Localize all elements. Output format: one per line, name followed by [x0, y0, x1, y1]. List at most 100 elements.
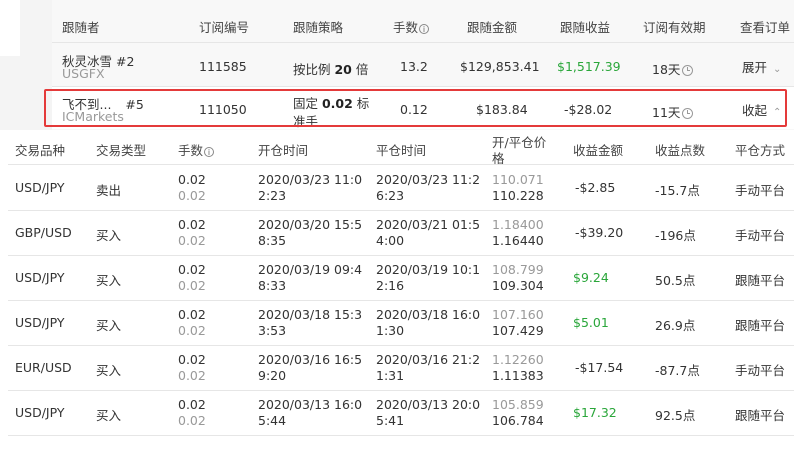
symbol-cell: EUR/USD — [15, 360, 72, 375]
col-follower: 跟随者 — [62, 20, 100, 35]
lots-value: 13.2 — [400, 59, 428, 74]
col-amount: 跟随金额 — [467, 20, 518, 35]
chevron-down-icon: ⌄ — [773, 64, 782, 75]
profit-cell: $9.24 — [573, 270, 609, 285]
symbol-cell: USD/JPY — [15, 180, 65, 195]
points-cell: -87.7点 — [655, 363, 700, 378]
col-lots-label: 手数 — [393, 20, 419, 35]
close-method-cell: 手动平台 — [735, 363, 786, 378]
subscription-id: 111585 — [199, 59, 247, 74]
open-price-cell: 108.799 — [492, 262, 544, 277]
col-sub-id: 订阅编号 — [199, 20, 250, 35]
strategy-text: 按比例 20 倍 — [293, 59, 368, 78]
close-method-cell: 手动平台 — [735, 228, 786, 243]
close-time-cell: 2020/03/18 16:0 — [376, 307, 481, 322]
col-validity: 订阅有效期 — [643, 20, 706, 35]
lots-cell-close: 0.02 — [178, 368, 206, 383]
type-cell: 卖出 — [96, 183, 122, 198]
expand-label: 展开 — [742, 60, 768, 75]
symbol-cell: USD/JPY — [15, 270, 65, 285]
close-price-cell: 1.16440 — [492, 233, 544, 248]
expand-button[interactable]: 展开 ⌄ — [742, 57, 781, 76]
close-time-cell: 2020/03/23 11:2 — [376, 172, 481, 187]
open-time-cell: 2020/03/18 15:3 — [258, 307, 363, 322]
open-time-cell-line2: 5:44 — [258, 413, 287, 428]
lots-cell: 0.02 — [178, 307, 206, 322]
col-symbol: 交易品种 — [15, 143, 66, 158]
profit-cell: -$2.85 — [575, 180, 616, 195]
validity: 18天 — [652, 59, 694, 78]
lots-cell-close: 0.02 — [178, 233, 206, 248]
close-time-cell-line2: 1:31 — [376, 368, 405, 383]
col-close-method: 平仓方式 — [735, 143, 786, 158]
row-divider — [8, 435, 794, 436]
validity-text: 18天 — [652, 62, 681, 77]
close-price-cell: 110.228 — [492, 188, 544, 203]
close-method-cell: 手动平台 — [735, 183, 786, 198]
table-row: USD/JPY 买入 0.02 0.02 2020/03/18 15:3 3:53 2020… — [0, 301, 794, 346]
lots-cell-close: 0.02 — [178, 188, 206, 203]
profit-cell: $17.32 — [573, 405, 617, 420]
col-type: 交易类型 — [96, 143, 147, 158]
strategy-prefix: 按比例 — [293, 62, 335, 77]
open-price-cell: 1.18400 — [492, 217, 544, 232]
profit-value: $1,517.39 — [557, 59, 621, 74]
close-time-cell-line2: 1:30 — [376, 323, 405, 338]
info-icon[interactable]: i — [419, 23, 430, 34]
table-row: USD/JPY 卖出 0.02 0.02 2020/03/23 11:0 2:23 2020… — [0, 166, 794, 211]
col-points: 收益点数 — [655, 143, 706, 158]
type-cell: 买入 — [96, 363, 122, 378]
col-lots-label: 手数 — [178, 143, 204, 158]
lots-cell: 0.02 — [178, 262, 206, 277]
left-gutter-top — [0, 0, 20, 56]
points-cell: -196点 — [655, 228, 696, 243]
col-open-time: 开仓时间 — [258, 143, 309, 158]
close-time-cell-line2: 6:23 — [376, 188, 405, 203]
close-time-cell: 2020/03/13 20:0 — [376, 397, 481, 412]
open-time-cell: 2020/03/16 16:5 — [258, 352, 363, 367]
close-price-cell: 109.304 — [492, 278, 544, 293]
type-cell: 买入 — [96, 318, 122, 333]
points-cell: -15.7点 — [655, 183, 700, 198]
symbol-cell: USD/JPY — [15, 315, 65, 330]
info-icon[interactable]: i — [204, 146, 215, 157]
col-close-time: 平仓时间 — [376, 143, 427, 158]
lots-cell: 0.02 — [178, 352, 206, 367]
close-price-cell: 107.429 — [492, 323, 544, 338]
open-time-cell: 2020/03/20 15:5 — [258, 217, 363, 232]
table-row: GBP/USD 买入 0.02 0.02 2020/03/20 15:5 8:35 2020… — [0, 211, 794, 256]
profit-cell: $5.01 — [573, 315, 609, 330]
close-price-cell: 106.784 — [492, 413, 544, 428]
open-time-cell-line2: 8:35 — [258, 233, 287, 248]
table-row: EUR/USD 买入 0.02 0.02 2020/03/16 16:5 9:20 2020… — [0, 346, 794, 391]
orders-table: 交易品种 交易类型 手数 i 开仓时间 平仓时间 开/平仓价 格 收益金额 收益点… — [0, 130, 794, 452]
open-price-cell: 110.071 — [492, 172, 544, 187]
open-time-cell-line2: 9:20 — [258, 368, 287, 383]
close-method-cell: 跟随平台 — [735, 273, 786, 288]
close-time-cell: 2020/03/16 21:2 — [376, 352, 481, 367]
close-time-cell-line2: 5:41 — [376, 413, 405, 428]
points-cell: 92.5点 — [655, 408, 696, 423]
table-row: USD/JPY 买入 0.02 0.02 2020/03/19 09:4 8:33 2020… — [0, 256, 794, 301]
close-method-cell: 跟随平台 — [735, 318, 786, 333]
open-time-cell-line2: 8:33 — [258, 278, 287, 293]
lots-cell-close: 0.02 — [178, 323, 206, 338]
clock-icon — [682, 65, 694, 76]
close-price-cell: 1.11383 — [492, 368, 544, 383]
open-time-cell: 2020/03/19 09:4 — [258, 262, 363, 277]
orders-header-divider — [8, 164, 794, 165]
col-lots: 手数 i — [178, 140, 215, 159]
profit-cell: -$17.54 — [575, 360, 624, 375]
open-price-cell: 107.160 — [492, 307, 544, 322]
close-time-cell: 2020/03/19 10:1 — [376, 262, 481, 277]
close-time-cell-line2: 2:16 — [376, 278, 405, 293]
lots-cell: 0.02 — [178, 397, 206, 412]
strategy-value: 20 — [334, 62, 352, 77]
follower-broker: USGFX — [62, 66, 105, 81]
lots-cell-close: 0.02 — [178, 413, 206, 428]
points-cell: 50.5点 — [655, 273, 696, 288]
strategy-suffix: 倍 — [351, 62, 369, 77]
type-cell: 买入 — [96, 408, 122, 423]
close-method-cell: 跟随平台 — [735, 408, 786, 423]
selected-row-highlight — [44, 89, 787, 127]
